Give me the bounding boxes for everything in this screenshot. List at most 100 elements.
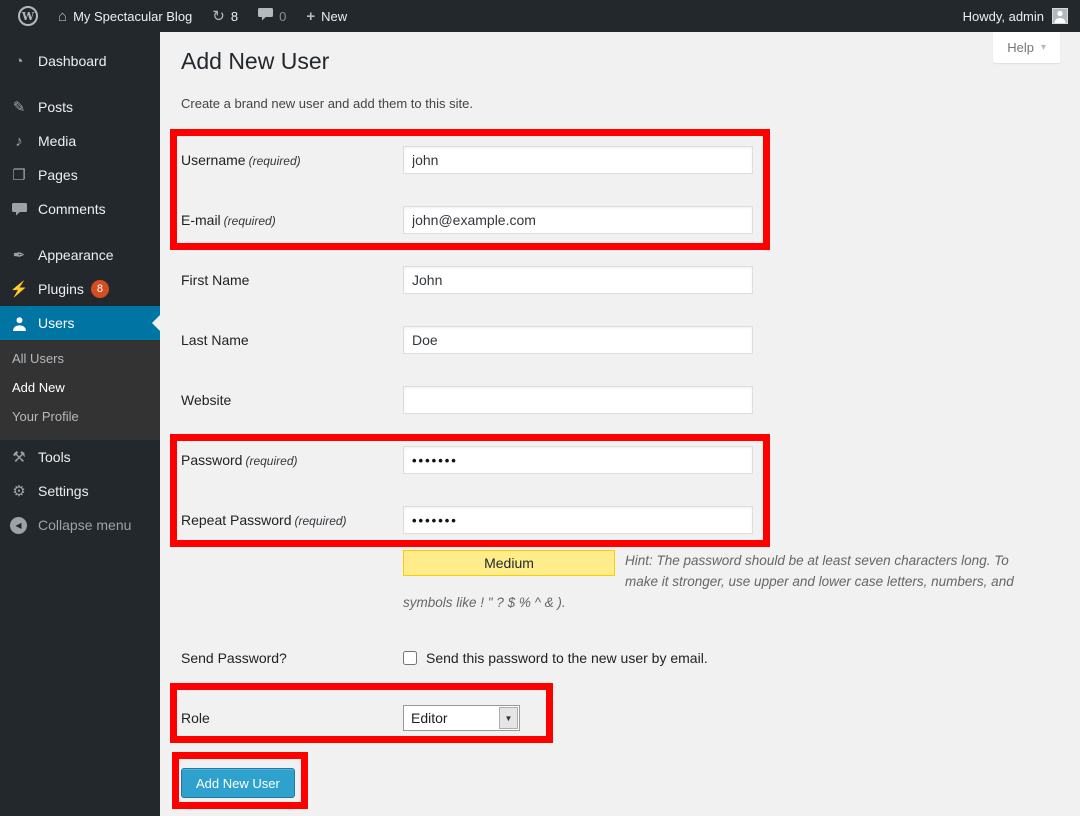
username-label: Username(required) <box>181 152 403 168</box>
updates-icon: ↻ <box>212 9 225 24</box>
new-content-link[interactable]: + New <box>296 0 357 32</box>
comment-bubble-icon <box>258 8 273 24</box>
sidebar-item-posts[interactable]: ✎ Posts <box>0 90 160 124</box>
sidebar-item-pages[interactable]: ❐ Pages <box>0 158 160 192</box>
home-icon: ⌂ <box>58 9 67 24</box>
role-row: Role Editor ▼ <box>181 688 1060 748</box>
website-row: Website <box>181 370 1060 430</box>
submenu-item-add-new[interactable]: Add New <box>0 373 160 402</box>
user-icon <box>8 316 30 331</box>
users-submenu: All Users Add New Your Profile <box>0 340 160 440</box>
sidebar-item-label: Plugins <box>38 281 84 297</box>
sidebar-item-label: Tools <box>38 449 71 465</box>
last-name-label: Last Name <box>181 332 403 348</box>
pages-icon: ❐ <box>8 168 30 183</box>
chevron-down-icon: ▾ <box>1041 42 1046 53</box>
send-password-checkbox[interactable] <box>403 651 417 665</box>
media-icon: ♪ <box>8 134 30 149</box>
plus-icon: + <box>306 8 315 25</box>
required-hint: (required) <box>249 154 301 168</box>
sidebar-item-label: Comments <box>38 201 106 217</box>
email-label: E-mail(required) <box>181 212 403 228</box>
sidebar-item-label: Pages <box>38 167 78 183</box>
repeat-password-label: Repeat Password(required) <box>181 512 403 528</box>
site-name-link[interactable]: ⌂ My Spectacular Blog <box>48 0 202 32</box>
collapse-menu-button[interactable]: ◀ Collapse menu <box>0 508 160 542</box>
current-menu-arrow-icon <box>144 315 160 331</box>
sidebar-item-settings[interactable]: ⚙ Settings <box>0 474 160 508</box>
required-hint: (required) <box>224 214 276 228</box>
repeat-password-row: Repeat Password(required) <box>181 490 1060 550</box>
admin-bar: W ⌂ My Spectacular Blog ↻ 8 0 + New Howd… <box>0 0 1080 32</box>
dashboard-icon: ◔ <box>8 54 30 69</box>
account-menu[interactable]: Howdy, admin <box>963 0 1080 32</box>
username-row: Username(required) <box>181 130 1060 190</box>
updates-count: 8 <box>231 9 238 24</box>
main-content: Help ▾ Add New User Create a brand new u… <box>160 32 1080 816</box>
sidebar-item-dashboard[interactable]: ◔ Dashboard <box>0 44 160 78</box>
last-name-row: Last Name <box>181 310 1060 370</box>
dropdown-arrow-icon: ▼ <box>499 707 518 729</box>
field-label: Password <box>181 452 242 468</box>
site-name: My Spectacular Blog <box>73 9 192 24</box>
pushpin-icon: ✎ <box>8 100 30 115</box>
howdy-text: Howdy, admin <box>963 9 1044 24</box>
field-label: Username <box>181 152 246 168</box>
add-user-form: Username(required) E-mail(required) Firs… <box>181 130 1060 798</box>
sidebar-item-label: Appearance <box>38 247 114 263</box>
submenu-item-all-users[interactable]: All Users <box>0 344 160 373</box>
sidebar-item-label: Settings <box>38 483 89 499</box>
sidebar-item-media[interactable]: ♪ Media <box>0 124 160 158</box>
field-label: Repeat Password <box>181 512 292 528</box>
required-hint: (required) <box>295 514 347 528</box>
collapse-arrow-icon: ◀ <box>10 517 27 534</box>
avatar <box>1052 8 1068 24</box>
sidebar-item-label: Users <box>38 315 75 331</box>
email-row: E-mail(required) <box>181 190 1060 250</box>
dropdown-arrow-glyph: ▼ <box>505 714 513 723</box>
comments-count: 0 <box>279 9 286 24</box>
password-label: Password(required) <box>181 452 403 468</box>
role-label: Role <box>181 710 403 726</box>
admin-sidebar: ◔ Dashboard ✎ Posts ♪ Media ❐ Pages Comm… <box>0 32 160 816</box>
required-hint: (required) <box>245 454 297 468</box>
sidebar-item-label: Media <box>38 133 76 149</box>
submenu-item-your-profile[interactable]: Your Profile <box>0 402 160 431</box>
wrench-icon: ⚒ <box>8 450 30 465</box>
help-label: Help <box>1007 40 1034 55</box>
last-name-input[interactable] <box>403 326 753 354</box>
sidebar-item-tools[interactable]: ⚒ Tools <box>0 440 160 474</box>
password-strength-section: Medium Hint: The password should be at l… <box>403 550 1043 628</box>
wordpress-logo-menu[interactable]: W <box>8 0 48 32</box>
role-select[interactable]: Editor ▼ <box>403 705 520 731</box>
sidebar-item-comments[interactable]: Comments <box>0 192 160 226</box>
new-label: New <box>321 9 347 24</box>
wordpress-logo-icon: W <box>18 6 38 26</box>
send-password-row: Send Password? Send this password to the… <box>181 628 1060 688</box>
password-row: Password(required) <box>181 430 1060 490</box>
plugin-icon: ⚡ <box>8 282 30 297</box>
sidebar-item-appearance[interactable]: ✒ Appearance <box>0 238 160 272</box>
sidebar-item-plugins[interactable]: ⚡ Plugins 8 <box>0 272 160 306</box>
first-name-input[interactable] <box>403 266 753 294</box>
password-strength-meter: Medium <box>403 550 615 576</box>
sidebar-item-label: Dashboard <box>38 53 107 69</box>
comment-bubble-icon <box>8 203 30 216</box>
password-input[interactable] <box>403 446 753 474</box>
sidebar-item-label: Posts <box>38 99 73 115</box>
help-button[interactable]: Help ▾ <box>993 32 1060 63</box>
send-password-label: Send Password? <box>181 650 403 666</box>
website-label: Website <box>181 392 403 408</box>
add-new-user-button[interactable]: Add New User <box>181 768 295 798</box>
website-input[interactable] <box>403 386 753 414</box>
repeat-password-input[interactable] <box>403 506 753 534</box>
paintbrush-icon: ✒ <box>8 248 30 263</box>
page-subtitle: Create a brand new user and add them to … <box>181 96 473 111</box>
email-input[interactable] <box>403 206 753 234</box>
role-select-value: Editor <box>404 706 498 730</box>
updates-link[interactable]: ↻ 8 <box>202 0 248 32</box>
comments-link[interactable]: 0 <box>248 0 296 32</box>
page-title: Add New User <box>181 48 329 75</box>
sidebar-item-users[interactable]: Users <box>0 306 160 340</box>
username-input[interactable] <box>403 146 753 174</box>
